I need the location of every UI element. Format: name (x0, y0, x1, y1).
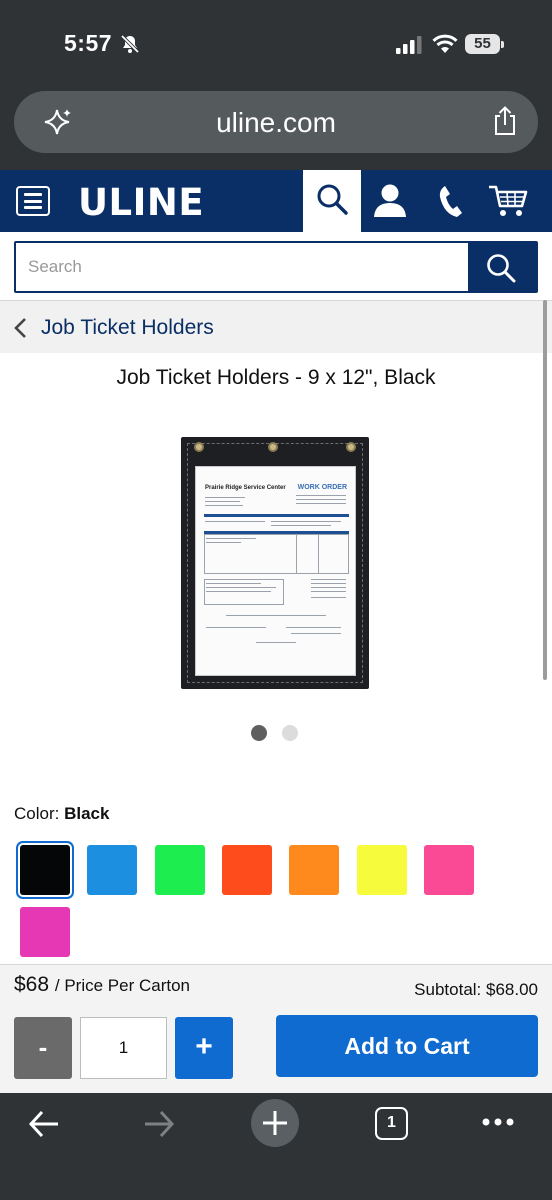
color-swatch-magenta[interactable] (20, 907, 70, 957)
new-tab-button[interactable] (251, 1099, 299, 1147)
price-unit: / Price Per Carton (54, 976, 190, 995)
image-work-order-heading: WORK ORDER (297, 484, 347, 491)
color-label-row: Color: Black (14, 804, 109, 824)
forward-arrow-icon[interactable] (143, 1109, 175, 1139)
uline-logo[interactable]: ULINE (78, 181, 204, 224)
product-title: Job Ticket Holders - 9 x 12", Black (116, 366, 436, 389)
color-swatch-pink[interactable] (424, 845, 474, 895)
work-order-sheet: Prairie Ridge Service Center WORK ORDER (195, 466, 356, 676)
search-bar (14, 241, 538, 293)
carousel-dot-2[interactable] (282, 725, 298, 741)
search-input[interactable] (16, 243, 471, 291)
cart-icon[interactable] (488, 184, 528, 218)
color-swatch-orange[interactable] (289, 845, 339, 895)
search-button[interactable] (468, 243, 536, 291)
wifi-icon (432, 34, 458, 53)
quantity-decrease-button[interactable]: - (14, 1017, 72, 1079)
header-search-tab[interactable] (303, 170, 361, 232)
color-swatch-green[interactable] (155, 845, 205, 895)
price: $68 / Price Per Carton (14, 973, 190, 997)
signal-icon (396, 36, 422, 54)
price-value: $68 (14, 973, 50, 996)
product-image[interactable]: Prairie Ridge Service Center WORK ORDER (181, 437, 369, 689)
battery-tip (501, 41, 504, 48)
share-icon[interactable] (492, 105, 518, 137)
add-to-cart-button[interactable]: Add to Cart (276, 1015, 538, 1077)
search-icon[interactable] (486, 253, 516, 283)
site-header: ULINE (0, 170, 552, 232)
more-icon[interactable] (481, 1117, 515, 1127)
color-swatch-yellow[interactable] (357, 845, 407, 895)
browser-top-chrome: 5:57 55 uline.com (0, 0, 552, 170)
hamburger-menu-icon[interactable] (16, 186, 50, 216)
address-bar[interactable]: uline.com (14, 91, 538, 153)
plus-icon[interactable] (261, 1109, 289, 1137)
account-icon[interactable] (372, 182, 408, 218)
color-swatch-black[interactable] (20, 845, 70, 895)
scrollbar[interactable] (543, 300, 547, 680)
purchase-bar: $68 / Price Per Carton Subtotal: $68.00 … (0, 964, 552, 1094)
browser-bottom-toolbar: 1 (0, 1093, 552, 1200)
status-time: 5:57 (64, 30, 113, 56)
quantity-input[interactable]: 1 (80, 1017, 167, 1079)
breadcrumb-link[interactable]: Job Ticket Holders (41, 316, 214, 340)
selected-color-name: Black (64, 804, 110, 823)
back-arrow-icon[interactable] (28, 1109, 60, 1139)
tabs-button[interactable]: 1 (375, 1107, 408, 1140)
chevron-left-icon[interactable] (13, 317, 27, 339)
breadcrumb[interactable]: Job Ticket Holders (0, 301, 552, 353)
bell-slash-icon (120, 34, 140, 54)
phone-icon[interactable] (436, 184, 462, 218)
carousel-dot-1[interactable] (251, 725, 267, 741)
quantity-increase-button[interactable]: + (175, 1017, 233, 1079)
subtotal: Subtotal: $68.00 (414, 980, 538, 999)
battery-indicator: 55 (465, 34, 500, 54)
search-icon[interactable] (316, 183, 348, 215)
image-company-name: Prairie Ridge Service Center (205, 485, 286, 491)
color-swatch-red-orange[interactable] (222, 845, 272, 895)
url-text[interactable]: uline.com (14, 107, 538, 139)
color-swatch-blue[interactable] (87, 845, 137, 895)
color-label: Color: (14, 804, 60, 823)
